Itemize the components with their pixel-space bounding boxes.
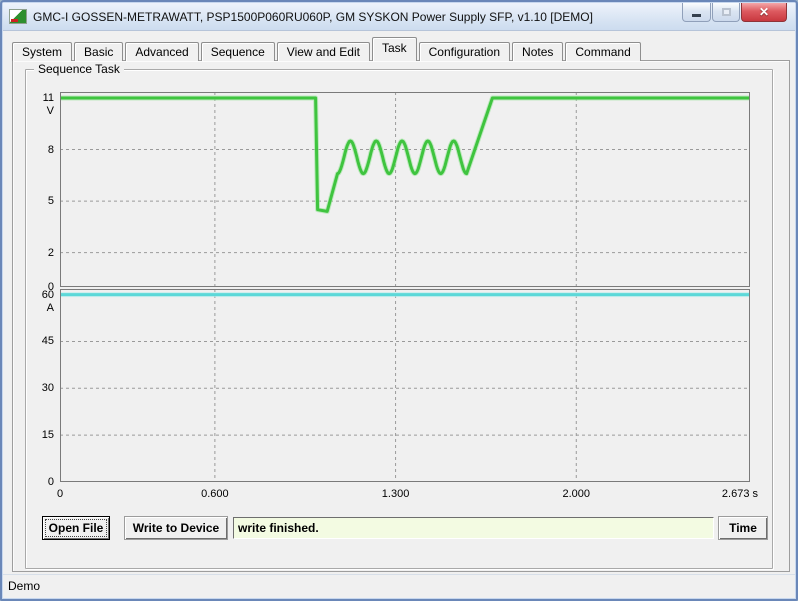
close-button[interactable]: ✕ xyxy=(741,3,787,22)
time-axis: 00.6001.3002.0002.673 s xyxy=(60,488,750,502)
y-tick-label: 60 xyxy=(42,289,54,301)
status-bar-text: Demo xyxy=(8,579,40,593)
tab-system[interactable]: System xyxy=(12,42,72,61)
tab-advanced[interactable]: Advanced xyxy=(125,42,198,61)
x-axis-end-label: 2.673 s xyxy=(722,488,758,500)
tab-configuration[interactable]: Configuration xyxy=(419,42,510,61)
y-tick-label: 8 xyxy=(48,144,54,156)
time-button[interactable]: Time xyxy=(718,516,768,540)
tab-view-and-edit[interactable]: View and Edit xyxy=(277,42,370,61)
open-file-button[interactable]: Open File xyxy=(42,516,110,540)
y-tick-label: 2 xyxy=(48,247,54,259)
y-tick-label: 30 xyxy=(42,382,54,394)
maximize-button[interactable] xyxy=(712,3,740,22)
tab-task[interactable]: Task xyxy=(372,37,417,61)
y-axis-unit-label: A xyxy=(47,302,54,314)
y-tick-label: 0 xyxy=(48,476,54,488)
tab-bar: SystemBasicAdvancedSequenceView and Edit… xyxy=(12,34,643,61)
tab-basic[interactable]: Basic xyxy=(74,42,123,61)
current-y-axis: 015304560A xyxy=(26,289,56,482)
write-to-device-button[interactable]: Write to Device xyxy=(124,516,228,540)
y-tick-label: 11 xyxy=(43,92,54,104)
task-tab-page: Sequence Task 025811V 015304560A 00.6001… xyxy=(12,60,790,572)
minimize-button[interactable] xyxy=(682,3,711,22)
x-tick-label: 0 xyxy=(57,488,63,500)
status-bar: Demo xyxy=(3,574,795,598)
y-tick-label: 5 xyxy=(48,195,54,207)
y-axis-unit-label: V xyxy=(47,105,54,117)
sequence-task-groupbox: Sequence Task 025811V 015304560A 00.6001… xyxy=(25,69,773,569)
voltage-y-axis: 025811V xyxy=(26,92,56,287)
status-message-field[interactable]: write finished. xyxy=(233,517,714,539)
tab-notes[interactable]: Notes xyxy=(512,42,563,61)
voltage-chart xyxy=(60,92,750,287)
y-tick-label: 15 xyxy=(42,429,54,441)
app-window: GMC-I GOSSEN-METRAWATT, PSP1500P060RU060… xyxy=(0,0,798,601)
tab-sequence[interactable]: Sequence xyxy=(201,42,275,61)
maximize-icon xyxy=(722,8,731,16)
title-bar: GMC-I GOSSEN-METRAWATT, PSP1500P060RU060… xyxy=(3,3,795,31)
minimize-icon xyxy=(692,14,701,17)
logo-accent xyxy=(11,19,18,22)
y-tick-label: 45 xyxy=(42,335,54,347)
close-icon: ✕ xyxy=(759,6,769,18)
groupbox-title: Sequence Task xyxy=(34,62,124,76)
x-tick-label: 2.000 xyxy=(563,488,591,500)
app-logo-icon xyxy=(9,9,27,24)
x-tick-label: 0.600 xyxy=(201,488,229,500)
window-title: GMC-I GOSSEN-METRAWATT, PSP1500P060RU060… xyxy=(33,10,593,24)
window-controls: ✕ xyxy=(681,3,787,22)
x-tick-label: 1.300 xyxy=(382,488,410,500)
tab-command[interactable]: Command xyxy=(565,42,640,61)
current-chart xyxy=(60,289,750,482)
